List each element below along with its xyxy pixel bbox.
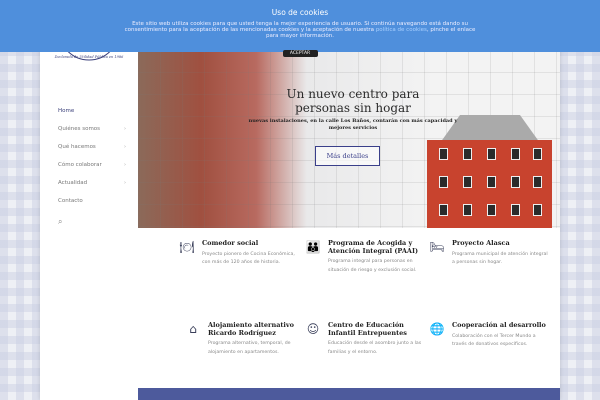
nav-item-contacto[interactable]: Contacto [58, 192, 126, 210]
service-desc: Proyecto pionero de Cocina Económica, co… [202, 251, 295, 266]
search-icon[interactable]: ⌕ [58, 217, 62, 227]
nav-label: Quiénes somos [58, 126, 101, 132]
service-item[interactable]: 🛏 Proyecto Alasca Programa municipal de at… [428, 239, 548, 268]
service-title: Comedor social [202, 239, 259, 247]
service-desc: Programa municipal de atención integral … [452, 251, 548, 266]
more-details-button[interactable]: Más detalles [315, 146, 380, 166]
nav-label: Contacto [58, 198, 83, 204]
service-item[interactable]: ☺ Centro de Educación Infantil Entrepuent… [304, 321, 424, 357]
main-nav: Home Quiénes somos › Qué hacemos › Cómo co… [58, 102, 126, 210]
nav-label: Actualidad [58, 180, 88, 186]
service-title: Programa de Acogida y Atención Integral … [328, 239, 419, 255]
house-icon: ⌂ [189, 322, 197, 336]
building-illustration [427, 140, 552, 228]
hero-subtitle: nuevas instalaciones, en la calle Los Ba… [248, 118, 458, 131]
service-title: Centro de Educación Infantil Entrepuente… [328, 321, 407, 337]
service-item[interactable]: ⌂ Alojamiento alternativo Ricardo Rodrígu… [184, 321, 304, 357]
hero-title: Un nuevo centro para personas sin hogar [286, 87, 420, 115]
hero-banner: Un nuevo centro para personas sin hogar … [138, 50, 560, 228]
family-icon: 👪 [305, 240, 321, 254]
service-desc: Programa alternativo, temporal, de aloja… [208, 341, 291, 355]
services-grid: 🍽 Comedor social Proyecto pionero de Cocin… [138, 228, 560, 388]
sidebar: DE LOGROÑO Declarada de Utilidad Pública… [40, 0, 138, 400]
globe-icon: 🌐 [429, 322, 445, 336]
cookie-title: Uso de cookies [271, 8, 329, 17]
service-item[interactable]: 👪 Programa de Acogida y Atención Integral… [304, 239, 424, 275]
service-title: Alojamiento alternativo Ricardo Rodrígue… [208, 321, 294, 337]
cookie-text: Este sitio web utiliza cookies para que … [120, 21, 480, 39]
nav-item-quienes-somos[interactable]: Quiénes somos › [58, 120, 126, 138]
chevron-right-icon: › [124, 144, 126, 150]
cookie-banner: Uso de cookies Este sitio web utiliza co… [0, 0, 600, 57]
nav-item-home[interactable]: Home [58, 102, 126, 120]
nav-item-como-colaborar[interactable]: Cómo colaborar › [58, 156, 126, 174]
service-desc: Colaboración con el Tercer Mundo a travé… [452, 333, 536, 348]
footer-band [138, 388, 560, 400]
chevron-right-icon: › [124, 162, 126, 168]
nav-label: Qué hacemos [58, 144, 96, 150]
service-desc: Programa integral para personas en situa… [328, 259, 417, 273]
nav-label: Home [58, 108, 75, 114]
child-icon: ☺ [306, 322, 320, 336]
service-item[interactable]: 🌐 Cooperación al desarrollo Colaboración c… [428, 321, 548, 350]
bed-icon: 🛏 [429, 240, 445, 254]
service-item[interactable]: 🍽 Comedor social Proyecto pionero de Cocin… [178, 239, 298, 268]
nav-label: Cómo colaborar [58, 162, 102, 168]
chevron-right-icon: › [124, 180, 126, 186]
cookie-policy-link[interactable]: política de cookies [376, 27, 427, 33]
service-title: Cooperación al desarrollo [452, 321, 546, 329]
accept-cookies-button[interactable]: ACEPTAR [282, 50, 318, 57]
chevron-right-icon: › [124, 126, 126, 132]
service-desc: Educación desde el asombro junto a las f… [328, 341, 422, 355]
page-container: DE LOGROÑO Declarada de Utilidad Pública… [40, 0, 560, 400]
cutlery-icon: 🍽 [179, 240, 195, 254]
service-title: Proyecto Alasca [452, 239, 510, 247]
nav-item-actualidad[interactable]: Actualidad › [58, 174, 126, 192]
nav-item-que-hacemos[interactable]: Qué hacemos › [58, 138, 126, 156]
